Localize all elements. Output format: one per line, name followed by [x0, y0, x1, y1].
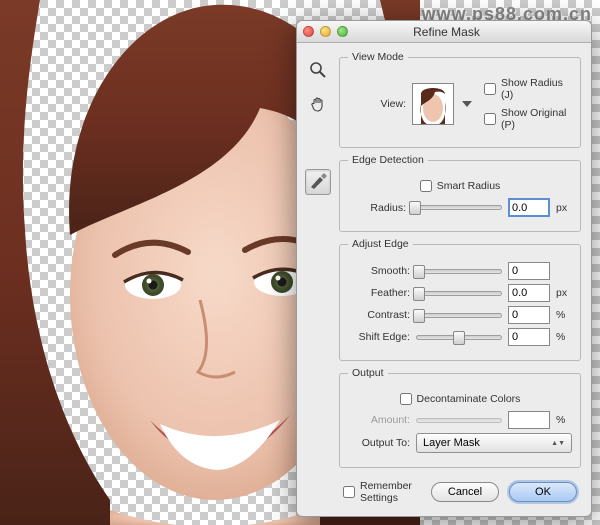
- show-radius-checkbox[interactable]: Show Radius (J): [484, 77, 572, 101]
- output-to-label: Output To:: [348, 437, 410, 449]
- refine-radius-tool[interactable]: [305, 169, 331, 195]
- output-to-select[interactable]: Layer Mask ▲▼: [416, 433, 572, 453]
- edge-detection-group: Edge Detection Smart Radius Radius: px: [339, 154, 581, 232]
- smooth-slider[interactable]: [416, 269, 502, 274]
- tool-column: [303, 51, 333, 506]
- titlebar[interactable]: Refine Mask: [297, 21, 591, 43]
- hand-tool[interactable]: [305, 91, 331, 117]
- amount-label: Amount:: [348, 414, 410, 426]
- cancel-button[interactable]: Cancel: [431, 482, 499, 502]
- smooth-label: Smooth:: [348, 265, 410, 277]
- dialog-title: Refine Mask: [308, 25, 585, 39]
- brush-icon: [308, 173, 328, 191]
- output-legend: Output: [348, 367, 388, 379]
- refine-mask-dialog: Refine Mask: [296, 20, 592, 517]
- shift-edge-input[interactable]: [508, 328, 550, 346]
- view-mode-legend: View Mode: [348, 51, 408, 63]
- radius-slider[interactable]: [412, 205, 502, 210]
- radius-label: Radius:: [348, 202, 406, 214]
- hand-icon: [309, 95, 327, 113]
- view-mode-thumbnail[interactable]: [412, 83, 454, 125]
- updown-icon: ▲▼: [551, 441, 565, 446]
- feather-label: Feather:: [348, 287, 410, 299]
- ok-button[interactable]: OK: [509, 482, 577, 502]
- edge-detection-legend: Edge Detection: [348, 154, 428, 166]
- smart-radius-checkbox[interactable]: Smart Radius: [420, 180, 501, 192]
- output-to-value: Layer Mask: [423, 437, 480, 449]
- contrast-slider[interactable]: [416, 313, 502, 318]
- magnifier-icon: [309, 61, 327, 79]
- feather-slider[interactable]: [416, 291, 502, 296]
- shift-edge-label: Shift Edge:: [348, 331, 410, 343]
- contrast-label: Contrast:: [348, 309, 410, 321]
- shift-edge-slider[interactable]: [416, 335, 502, 340]
- shift-edge-unit: %: [556, 331, 572, 343]
- contrast-unit: %: [556, 309, 572, 321]
- view-label: View:: [348, 98, 406, 110]
- feather-unit: px: [556, 287, 572, 299]
- show-original-checkbox[interactable]: Show Original (P): [484, 107, 572, 131]
- amount-input: [508, 411, 550, 429]
- smooth-input[interactable]: [508, 262, 550, 280]
- decontaminate-checkbox[interactable]: Decontaminate Colors: [400, 393, 521, 405]
- adjust-edge-legend: Adjust Edge: [348, 238, 413, 250]
- adjust-edge-group: Adjust Edge Smooth: Feather: px Contrast…: [339, 238, 581, 361]
- feather-input[interactable]: [508, 284, 550, 302]
- amount-unit: %: [556, 414, 572, 426]
- chevron-down-icon[interactable]: [462, 101, 472, 107]
- output-group: Output Decontaminate Colors Amount: % Ou…: [339, 367, 581, 468]
- view-mode-group: View Mode View:: [339, 51, 581, 148]
- amount-slider: [416, 418, 502, 423]
- remember-settings-checkbox[interactable]: Remember Settings: [343, 480, 431, 504]
- radius-unit: px: [556, 202, 572, 214]
- radius-input[interactable]: [508, 198, 550, 217]
- zoom-tool[interactable]: [305, 57, 331, 83]
- contrast-input[interactable]: [508, 306, 550, 324]
